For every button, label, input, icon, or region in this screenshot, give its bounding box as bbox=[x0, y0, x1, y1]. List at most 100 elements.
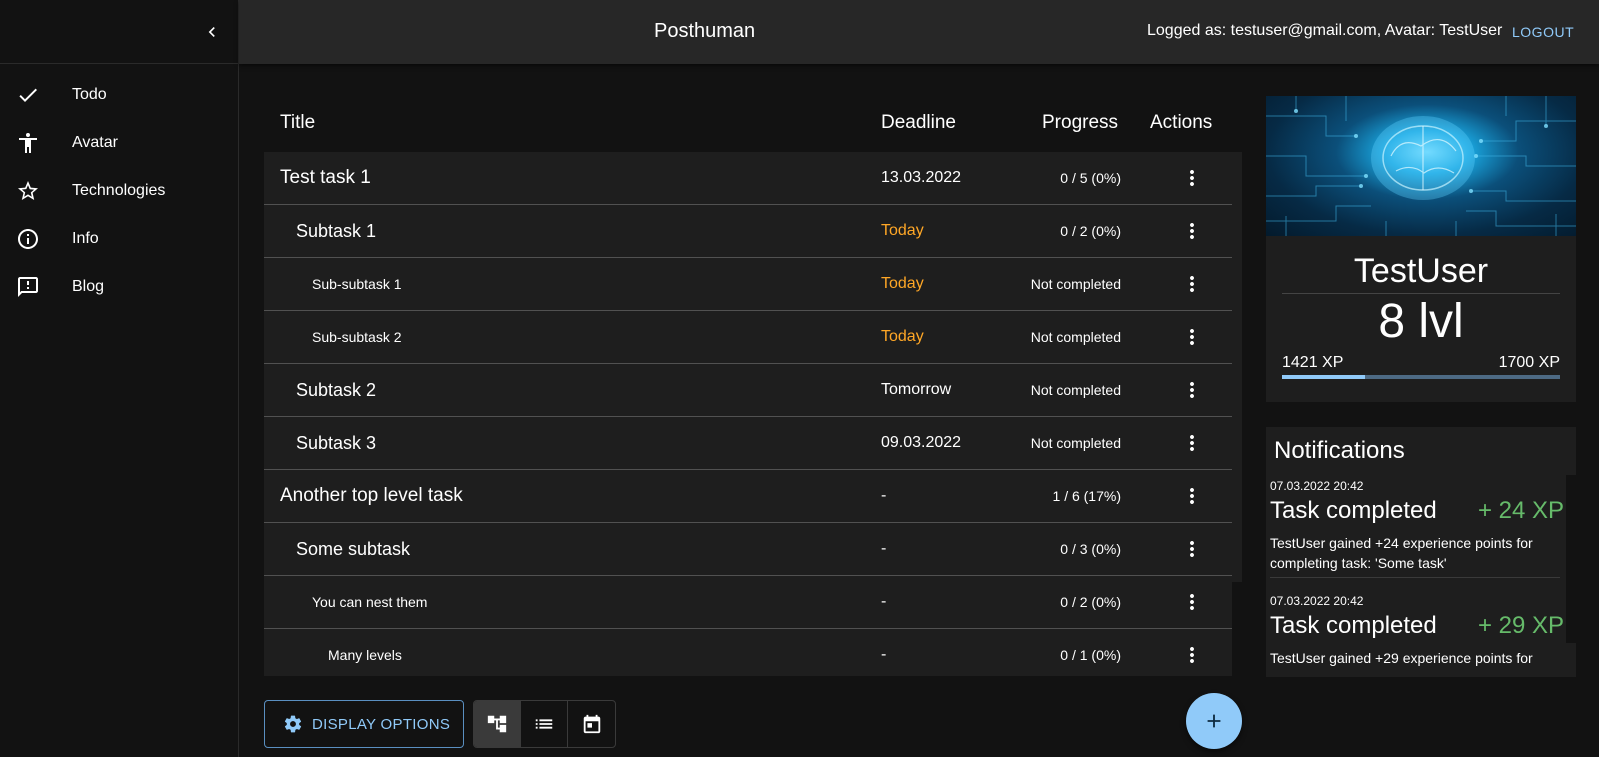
scrollbar-thumb[interactable] bbox=[1232, 152, 1242, 582]
logout-button[interactable]: LOGOUT bbox=[1512, 24, 1574, 40]
row-actions-button[interactable] bbox=[1180, 537, 1204, 561]
calendar-icon bbox=[583, 714, 600, 734]
sidebar-item-label: Avatar bbox=[72, 134, 118, 151]
view-toggle-group bbox=[473, 700, 616, 748]
task-progress: Not completed bbox=[1030, 276, 1121, 292]
table-row[interactable]: Many levels - 0 / 1 (0%) bbox=[264, 629, 1232, 676]
row-actions-button[interactable] bbox=[1180, 166, 1204, 190]
row-actions-button[interactable] bbox=[1180, 378, 1204, 402]
notification-divider bbox=[1270, 577, 1560, 578]
row-actions-button[interactable] bbox=[1180, 272, 1204, 296]
app-header: Posthuman Logged as: testuser@gmail.com,… bbox=[239, 0, 1599, 64]
tree-view-button[interactable] bbox=[474, 701, 521, 747]
task-title: Subtask 3 bbox=[296, 432, 377, 453]
table-scrollbar[interactable] bbox=[1232, 152, 1242, 676]
sidebar-header bbox=[0, 0, 238, 64]
task-deadline: Today bbox=[881, 328, 924, 345]
sidebar-item-avatar[interactable]: Avatar bbox=[0, 119, 238, 167]
task-deadline: - bbox=[881, 646, 887, 663]
task-title: Some subtask bbox=[296, 538, 411, 559]
table-row[interactable]: Subtask 3 09.03.2022 Not completed bbox=[264, 417, 1232, 470]
table-row[interactable]: You can nest them - 0 / 2 (0%) bbox=[264, 576, 1232, 629]
task-title: Subtask 2 bbox=[296, 379, 377, 400]
notifications-scrollbar[interactable] bbox=[1566, 475, 1576, 643]
more-vert-icon bbox=[1190, 276, 1194, 292]
sidebar-item-technologies[interactable]: Technologies bbox=[0, 167, 238, 215]
task-title: Sub-subtask 1 bbox=[312, 276, 402, 292]
notification-text: TestUser gained +24 experience points fo… bbox=[1270, 535, 1533, 571]
table-row[interactable]: Some subtask - 0 / 3 (0%) bbox=[264, 523, 1232, 576]
table-row[interactable]: Sub-subtask 2 Today Not completed bbox=[264, 311, 1232, 364]
table-row[interactable]: Another top level task - 1 / 6 (17%) bbox=[264, 470, 1232, 523]
list-view-button[interactable] bbox=[521, 701, 568, 747]
sidebar-item-label: Info bbox=[72, 230, 99, 247]
table-body: Test task 1 13.03.2022 0 / 5 (0%) Subtask 1… bbox=[264, 152, 1232, 676]
sidebar-item-info[interactable]: Info bbox=[0, 215, 238, 263]
xp-current: 1421 XP bbox=[1282, 354, 1344, 371]
task-deadline: 09.03.2022 bbox=[881, 434, 962, 451]
star-outline-icon bbox=[16, 179, 40, 203]
chevron-left-icon bbox=[208, 27, 215, 37]
more-vert-icon bbox=[1190, 170, 1194, 186]
task-deadline: Tomorrow bbox=[881, 381, 952, 398]
task-title: Sub-subtask 2 bbox=[312, 329, 402, 345]
task-progress: Not completed bbox=[1030, 329, 1121, 345]
check-icon bbox=[16, 83, 40, 107]
add-task-button[interactable] bbox=[1186, 693, 1242, 749]
more-vert-icon bbox=[1190, 435, 1194, 451]
more-vert-icon bbox=[1190, 594, 1194, 610]
sidebar: Todo Avatar Technologies Info Blog bbox=[0, 0, 239, 757]
list-icon bbox=[535, 719, 553, 729]
feedback-icon bbox=[16, 275, 40, 299]
task-deadline: 13.03.2022 bbox=[881, 169, 962, 186]
notification-title: Task completed bbox=[1270, 497, 1437, 524]
task-progress: 0 / 2 (0%) bbox=[1060, 594, 1121, 610]
more-vert-icon bbox=[1190, 329, 1194, 345]
task-progress: 0 / 1 (0%) bbox=[1060, 647, 1121, 663]
task-deadline: - bbox=[881, 540, 887, 557]
task-title: Another top level task bbox=[280, 485, 463, 506]
display-options-label: DISPLAY OPTIONS bbox=[312, 715, 451, 733]
task-deadline: - bbox=[881, 487, 887, 504]
row-actions-button[interactable] bbox=[1180, 643, 1204, 667]
task-deadline: Today bbox=[881, 222, 924, 239]
notifications-title: Notifications bbox=[1274, 437, 1405, 464]
gear-icon bbox=[283, 714, 303, 734]
collapse-sidebar-button[interactable] bbox=[198, 18, 226, 46]
plus-icon bbox=[1207, 714, 1221, 728]
avatar-name: TestUser bbox=[1353, 252, 1489, 290]
row-actions-button[interactable] bbox=[1180, 484, 1204, 508]
account-tree-icon bbox=[487, 715, 507, 733]
row-actions-button[interactable] bbox=[1180, 219, 1204, 243]
display-options-button[interactable]: DISPLAY OPTIONS bbox=[264, 700, 464, 748]
table-row[interactable]: Subtask 1 Today 0 / 2 (0%) bbox=[264, 205, 1232, 258]
sidebar-item-label: Todo bbox=[72, 86, 107, 103]
page-title: Posthuman bbox=[654, 20, 756, 42]
avatar-level: 8 lvl bbox=[1378, 295, 1464, 348]
table-row[interactable]: Test task 1 13.03.2022 0 / 5 (0%) bbox=[264, 152, 1232, 205]
sidebar-item-todo[interactable]: Todo bbox=[0, 71, 238, 119]
more-vert-icon bbox=[1190, 382, 1194, 398]
notification-xp: + 29 XP bbox=[1477, 612, 1564, 639]
info-icon bbox=[16, 227, 40, 251]
task-deadline: Today bbox=[881, 275, 924, 292]
sidebar-item-blog[interactable]: Blog bbox=[0, 263, 238, 311]
row-actions-button[interactable] bbox=[1180, 431, 1204, 455]
calendar-view-button[interactable] bbox=[568, 701, 615, 747]
notification-date: 07.03.2022 20:42 bbox=[1270, 479, 1364, 493]
task-progress: 1 / 6 (17%) bbox=[1052, 488, 1121, 504]
task-progress: 0 / 3 (0%) bbox=[1060, 541, 1121, 557]
row-actions-button[interactable] bbox=[1180, 590, 1204, 614]
task-title: Subtask 1 bbox=[296, 220, 377, 241]
logged-user-info: Logged as: testuser@gmail.com, Avatar: T… bbox=[1147, 22, 1503, 39]
accessibility-icon bbox=[16, 131, 40, 155]
avatar-card: TestUser 8 lvl 1421 XP 1700 XP bbox=[1266, 96, 1576, 402]
task-title: You can nest them bbox=[312, 594, 428, 610]
table-header: Title Deadline Progress Actions bbox=[264, 96, 1242, 152]
task-deadline: - bbox=[881, 593, 887, 610]
row-actions-button[interactable] bbox=[1180, 325, 1204, 349]
table-row[interactable]: Sub-subtask 1 Today Not completed bbox=[264, 258, 1232, 311]
notification-xp: + 24 XP bbox=[1477, 497, 1564, 524]
table-row[interactable]: Subtask 2 Tomorrow Not completed bbox=[264, 364, 1232, 417]
more-vert-icon bbox=[1190, 541, 1194, 557]
